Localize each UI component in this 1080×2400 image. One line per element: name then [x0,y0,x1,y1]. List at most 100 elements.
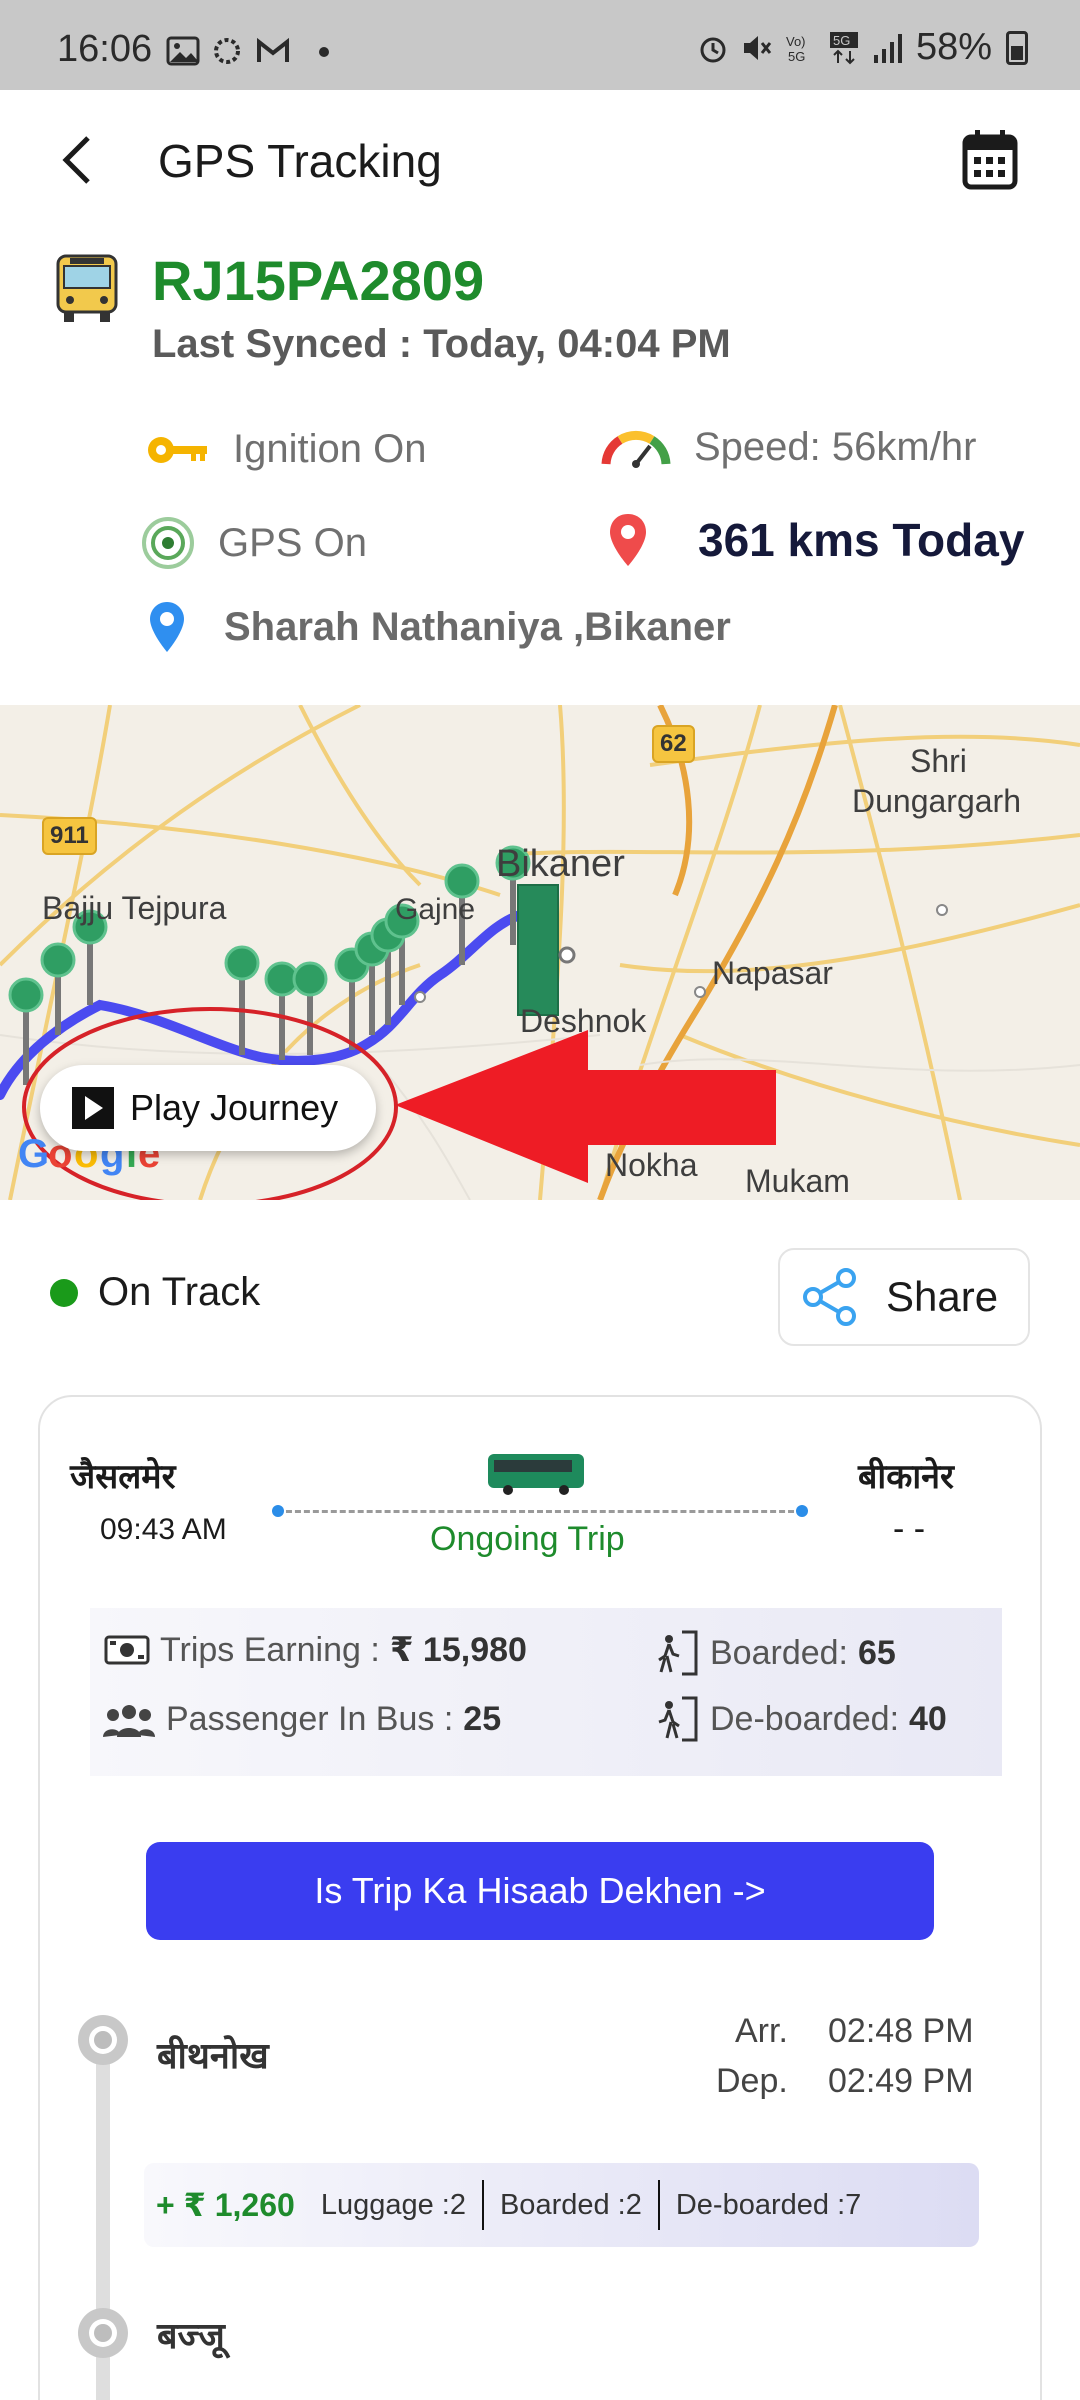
calendar-icon[interactable] [962,128,1018,190]
share-button[interactable]: Share [778,1248,1030,1346]
svg-text:5G: 5G [788,49,805,64]
stop-name: बज्जू [157,2315,225,2356]
deboarded-value: 40 [909,1699,947,1738]
from-city: जैसलमेर [70,1458,176,1496]
location-pin-icon [610,514,646,566]
from-time: 09:43 AM [100,1513,227,1546]
share-icon [803,1268,856,1326]
to-city: बीकानेर [858,1458,954,1496]
boarded-value: 65 [858,1633,896,1672]
bus-side-icon [488,1454,584,1495]
ignition-label: Ignition On [233,427,427,471]
alarm-icon [700,37,726,62]
departure-label: Dep. [716,2062,788,2100]
map-label-mukam: Mukam [745,1163,850,1199]
road-62-shield: 62 [652,725,695,763]
trip-start-dot [272,1505,284,1517]
trip-end-dot [796,1505,808,1517]
gmail-icon [257,37,289,62]
app-bar: GPS Tracking [0,90,1080,230]
stop-earning: + ₹ 1,260 [156,2187,295,2223]
signal-icon [873,33,902,63]
divider [657,2180,660,2230]
stop-boarded: Boarded :2 [499,2188,642,2221]
earning-label: Trips Earning : [160,1630,380,1669]
divider [481,2180,484,2230]
map-label-shri: Shri [910,743,967,779]
volte-icon: Vo)5G [786,34,806,64]
deboarded-label: De-boarded: [710,1699,900,1738]
location-label: Sharah Nathaniya ,Bikaner [224,604,731,649]
status-time: 16:06 [57,28,153,70]
last-synced: Last Synced : Today, 04:04 PM [152,322,731,366]
trip-stats: Trips Earning : ₹ 15,980 Passenger In Bu… [90,1608,1002,1776]
status-bar: 16:06 Vo) 5G 5G 58% [0,0,1080,90]
svg-text:Vo): Vo) [786,34,806,49]
bus-icon [56,254,118,322]
distance-today: 361 kms Today [608,512,1024,568]
passenger-label: Passenger In Bus : [166,1700,454,1738]
gps-signal-icon [142,517,194,569]
trip-hisaab-button[interactable]: Is Trip Ka Hisaab Dekhen -> [146,1842,934,1940]
gps-status: GPS On [140,515,367,571]
map-label-napasar: Napasar [712,955,833,991]
map-label-bikaner: Bikaner [496,843,625,885]
departure-time: 02:49 PM [828,2062,974,2100]
speed-status: Speed: 56km/hr [600,425,976,470]
boarding-icon [658,1630,698,1676]
play-icon [72,1087,114,1129]
gallery-icon [166,36,200,66]
timeline-node [78,2308,128,2358]
svg-text:G: G [18,1132,49,1176]
map-label-bajju: Bajju Tejpura [42,890,227,926]
status-dot-icon [50,1278,78,1307]
stop-summary: + ₹ 1,260 Luggage :2 Boarded :2 De-board… [144,2163,979,2247]
trip-progress-line [277,1510,803,1513]
trip-status-label: On Track [98,1270,261,1314]
map-label-gajner: Gajne [395,893,476,926]
vehicle-plate: RJ15PA2809 [152,249,485,312]
to-time: - - [893,1510,926,1548]
deboarding-icon [658,1696,698,1742]
5g-icon: 5G [829,31,858,64]
sync-icon [214,38,240,64]
road-911-shield: 911 [42,817,97,855]
speed-label: Speed: 56km/hr [694,425,977,469]
map-marker-icon [150,602,184,652]
trip-status-ongoing: Ongoing Trip [430,1520,625,1558]
current-location: Sharah Nathaniya ,Bikaner [148,600,731,654]
back-arrow-icon[interactable] [56,132,100,188]
share-label: Share [886,1273,999,1320]
page-title: GPS Tracking [158,135,442,187]
gps-label: GPS On [218,520,367,565]
notification-dot-icon [319,47,329,57]
boarded-count: Boarded: 65 [656,1630,896,1676]
battery-icon [1006,30,1028,65]
timeline-node [78,2015,128,2065]
cash-icon [104,1635,150,1665]
passenger-value: 25 [463,1700,502,1738]
boarded-label: Boarded: [710,1633,848,1672]
mute-icon [743,35,772,60]
deboarded-count: De-boarded: 40 [656,1696,947,1742]
arrival-time: 02:48 PM [828,2012,974,2050]
speedometer-icon [601,430,671,468]
ignition-status: Ignition On [145,427,426,472]
stop-deboarded: De-boarded :7 [675,2188,862,2221]
play-journey-button[interactable]: Play Journey [40,1065,376,1151]
stop-name: बीथनोख [157,2035,269,2076]
svg-text:5G: 5G [833,33,850,48]
map-label-dungargarh: Dungargarh [852,783,1021,819]
trips-earning: Trips Earning : ₹ 15,980 [104,1630,527,1670]
map-label-deshnok: Deshnok [520,1003,647,1039]
map-label-nokha: Nokha [605,1147,698,1183]
play-journey-label: Play Journey [130,1087,339,1128]
arrival-label: Arr. [735,2012,788,2050]
tracking-map[interactable]: G o o g l e 911 62 Bajju Tejpura Bikaner… [0,705,1080,1200]
passenger-in-bus: Passenger In Bus : 25 [102,1700,501,1739]
earning-value: ₹ 15,980 [389,1631,527,1669]
kms-today: 361 kms Today [698,514,1025,566]
battery-percent: 58% [915,26,992,68]
key-icon [148,436,207,463]
trip-status: On Track [50,1270,260,1315]
